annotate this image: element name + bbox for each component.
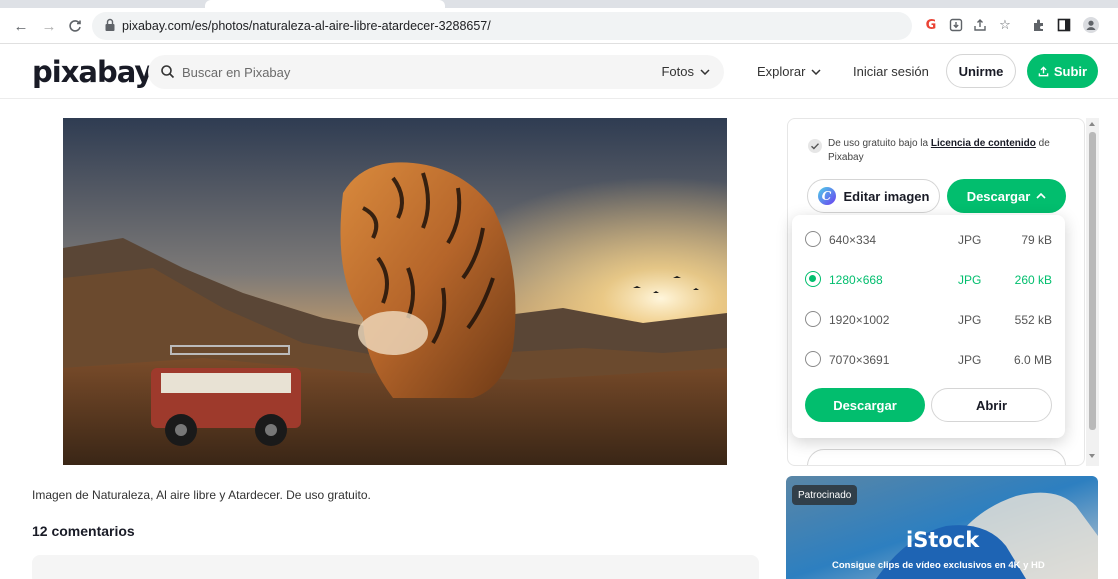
option-resolution: 1920×1002 [829,313,890,327]
radio-button[interactable] [805,231,821,247]
url-text: pixabay.com/es/photos/naturaleza-al-aire… [122,19,491,33]
download-button[interactable]: Descargar [805,388,925,422]
photo-caption: Imagen de Naturaleza, Al aire libre y At… [32,488,371,502]
ad-tagline: Consigue clips de vídeo exclusivos en 4K… [832,560,1045,571]
option-resolution: 640×334 [829,233,877,247]
panel-secondary-button[interactable] [807,449,1066,465]
explore-menu[interactable]: Explorar [757,64,821,79]
edit-image-label: Editar imagen [843,188,930,204]
login-link[interactable]: Iniciar sesión [853,64,929,79]
chevron-up-icon [1036,193,1046,199]
sidepanel-icon[interactable] [1055,16,1073,34]
back-icon[interactable]: ← [12,17,30,35]
active-tab[interactable] [205,0,445,8]
search-icon[interactable] [160,64,176,80]
profile-icon[interactable] [1082,16,1100,34]
download-option[interactable]: 640×334 JPG 79 kB [792,219,1065,259]
upload-button[interactable]: Subir [1027,54,1098,88]
pixabay-logo[interactable]: pixabay [32,55,153,89]
browser-toolbar: ← → pixabay.com/es/photos/naturaleza-al-… [0,0,1118,44]
license-text: De uso gratuito bajo la [828,138,929,149]
star-icon[interactable]: ☆ [996,16,1014,34]
tab-strip [0,0,1118,8]
radio-button[interactable] [805,311,821,327]
scroll-down-arrow[interactable] [1089,454,1095,458]
share-icon[interactable] [971,16,989,34]
download-option[interactable]: 7070×3691 JPG 6.0 MB [792,339,1065,379]
upload-icon [1038,65,1049,76]
license-notice: De uso gratuito bajo la Licencia de cont… [808,137,1068,164]
upload-label: Subir [1053,63,1088,79]
download-size-dropdown: 640×334 JPG 79 kB 1280×668 JPG 260 kB 19… [792,215,1065,438]
explore-label: Explorar [757,64,806,79]
option-size: 6.0 MB [1013,353,1052,367]
google-icon[interactable]: G [922,16,940,34]
option-format: JPG [958,273,982,287]
comments-title: 12 comentarios [32,523,135,539]
option-format: JPG [958,353,982,367]
join-button[interactable]: Unirme [946,54,1016,88]
download-option[interactable]: 1280×668 JPG 260 kB [792,259,1065,299]
option-format: JPG [958,233,982,247]
scroll-up-arrow[interactable] [1089,122,1095,126]
chevron-down-icon [700,68,710,75]
address-bar[interactable]: pixabay.com/es/photos/naturaleza-al-aire… [92,12,912,40]
canva-icon: C [817,187,836,205]
option-resolution: 7070×3691 [829,353,890,367]
chevron-down-icon [811,68,821,75]
site-header: pixabay Fotos Explorar Iniciar sesión Un… [0,45,1118,99]
search-input[interactable] [182,63,622,81]
edit-image-button[interactable]: C Editar imagen [807,179,940,213]
open-button[interactable]: Abrir [931,388,1052,422]
extensions-icon[interactable] [1030,16,1048,34]
forward-icon[interactable]: → [40,17,58,35]
option-format: JPG [958,313,982,327]
check-icon [808,139,822,153]
search-bar: Fotos [148,55,724,89]
install-icon[interactable] [947,16,965,34]
reload-icon[interactable] [66,17,84,35]
main-photo[interactable] [63,118,727,465]
radio-button[interactable] [805,271,821,287]
option-size: 79 kB [1021,233,1052,247]
option-size: 552 kB [1014,313,1052,327]
lock-icon[interactable] [104,18,116,32]
option-resolution: 1280×668 [829,273,883,287]
search-scope-dropdown[interactable]: Fotos [661,64,710,79]
sponsored-ad[interactable]: Patrocinado iStock Consigue clips de víd… [786,476,1098,579]
search-scope-label: Fotos [661,64,694,79]
radio-button[interactable] [805,351,821,367]
sponsored-badge: Patrocinado [792,485,858,505]
panel-scrollbar[interactable] [1086,118,1099,466]
download-toggle-button[interactable]: Descargar [947,179,1066,213]
license-link[interactable]: Licencia de contenido [931,138,1036,149]
option-size: 260 kB [1014,273,1052,287]
comment-input-box[interactable] [32,555,759,579]
download-option[interactable]: 1920×1002 JPG 552 kB [792,299,1065,339]
istock-logo: iStock [906,528,980,552]
scrollbar-thumb[interactable] [1089,132,1096,430]
download-toggle-label: Descargar [966,188,1031,204]
